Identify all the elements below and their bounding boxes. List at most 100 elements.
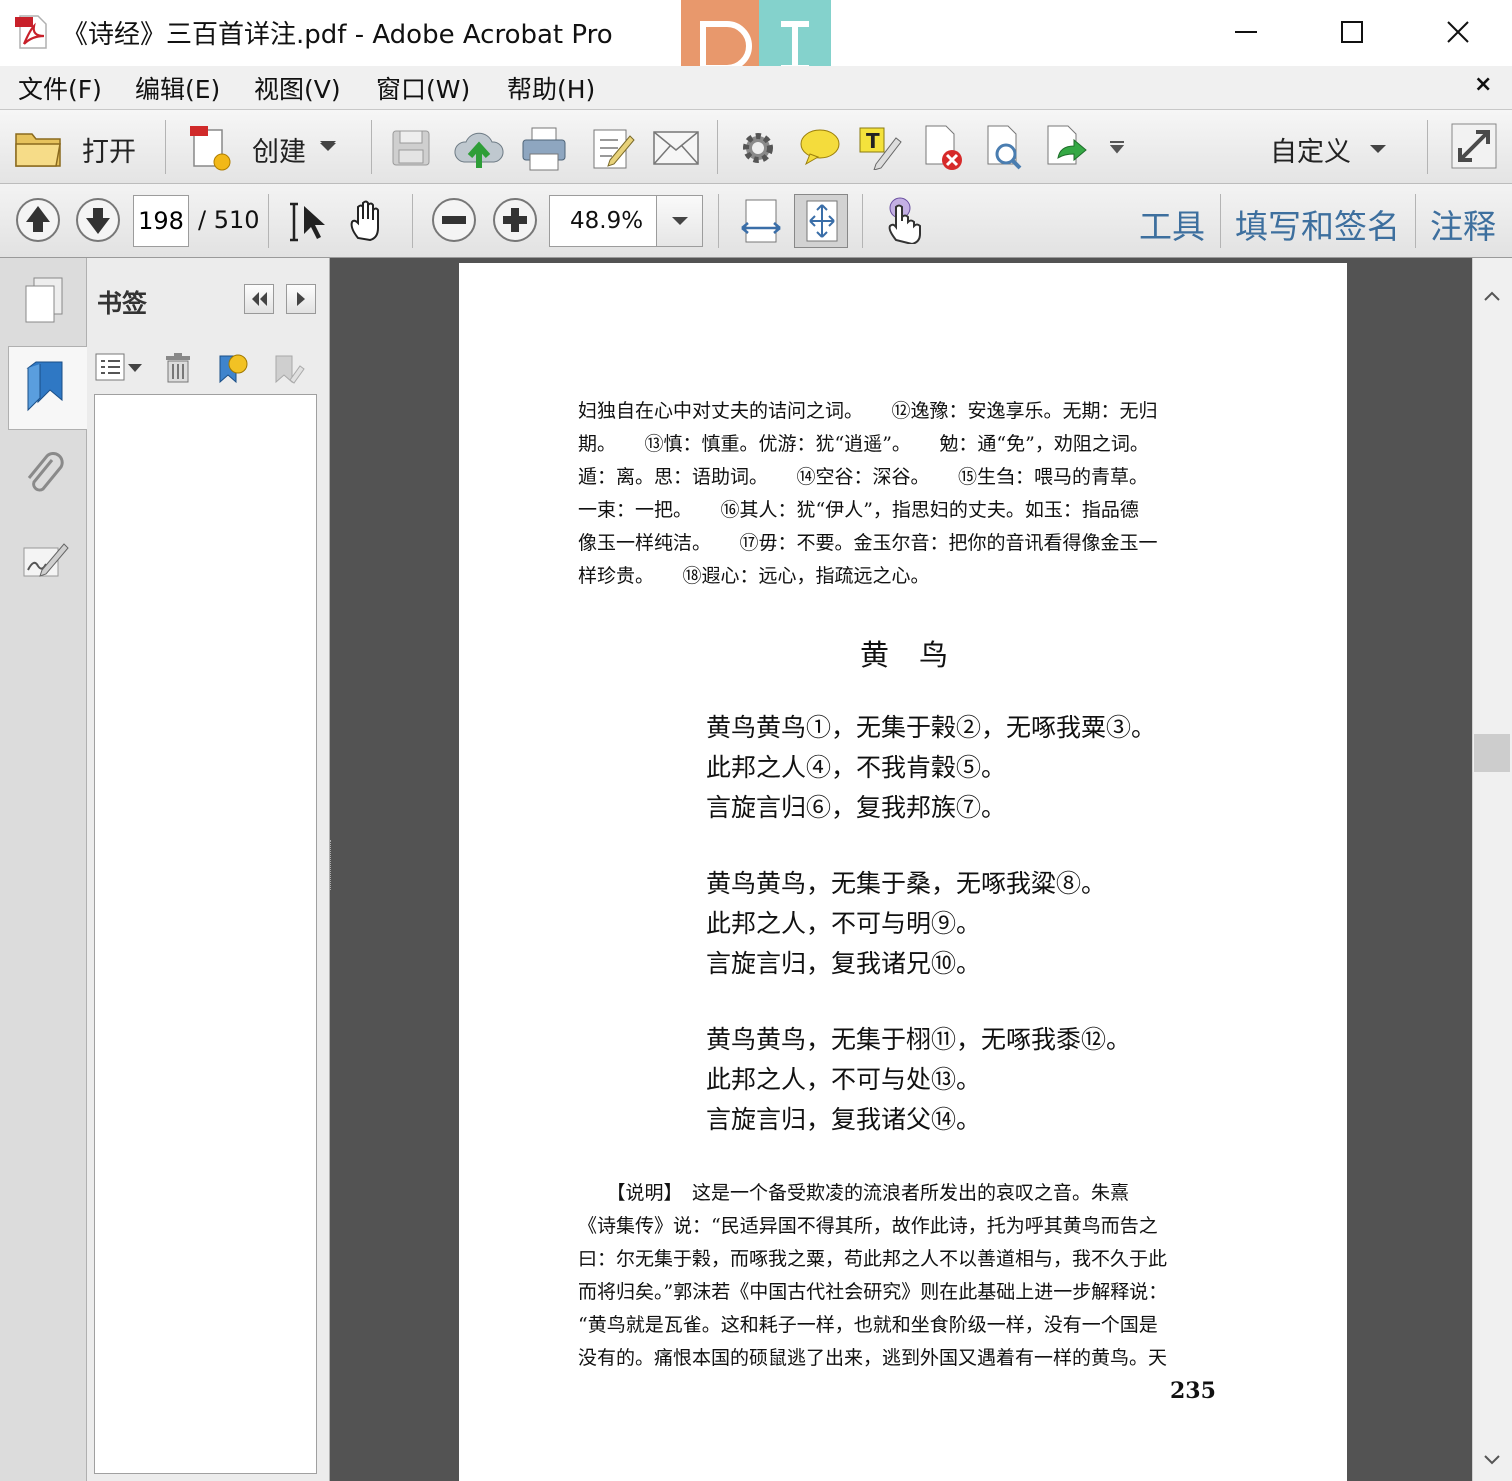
description-line: 曰：尔无集于榖，而啄我之粟，苟此邦之人不以善道相与，我不久于此: [578, 1248, 1168, 1270]
next-page-icon[interactable]: [74, 196, 122, 244]
poem-line: 此邦之人，不可与处⑬。: [706, 1065, 982, 1094]
hand-tool-icon[interactable]: [348, 198, 390, 244]
cloud-upload-icon[interactable]: [452, 126, 506, 170]
touch-mode-icon[interactable]: [884, 196, 924, 244]
page-total-label: / 510: [198, 206, 260, 234]
panel-splitter[interactable]: [330, 840, 334, 890]
zoom-out-icon[interactable]: [430, 196, 478, 244]
close-icon[interactable]: [1436, 10, 1480, 54]
window-title: 《诗经》三百首详注.pdf - Adobe Acrobat Pro: [62, 20, 613, 50]
create-dropdown-icon[interactable]: [318, 140, 338, 154]
pdf-file-icon[interactable]: [14, 14, 50, 50]
open-button[interactable]: 打开: [82, 130, 136, 169]
chevron-down-icon: [1370, 145, 1386, 153]
toolbar-separator: [1415, 194, 1416, 248]
zoom-dropdown-button[interactable]: [656, 196, 702, 246]
navigation-toolbar: / 510 48.9% 工具 填写和签名 注释: [0, 184, 1512, 258]
more-tools-icon[interactable]: [1108, 140, 1126, 156]
email-icon[interactable]: [652, 130, 700, 166]
save-icon[interactable]: [390, 128, 432, 168]
bookmarks-list[interactable]: [94, 394, 317, 1474]
toolbar-separator: [717, 120, 718, 174]
options-menu-icon[interactable]: [94, 352, 146, 384]
fit-page-icon: [806, 200, 838, 242]
attachment-icon[interactable]: [22, 450, 68, 498]
create-button[interactable]: 创建: [252, 130, 306, 169]
customize-button[interactable]: 自定义: [1270, 130, 1351, 169]
create-pdf-icon[interactable]: [188, 124, 234, 172]
delete-page-icon[interactable]: [922, 124, 964, 172]
description-line: 【说明】 这是一个备受欺凌的流浪者所发出的哀叹之音。朱熹: [578, 1182, 1130, 1204]
gear-icon[interactable]: [738, 128, 778, 168]
previous-page-icon[interactable]: [14, 196, 62, 244]
highlight-icon[interactable]: T: [858, 124, 904, 170]
print-icon[interactable]: [520, 126, 568, 172]
menu-file[interactable]: 文件(F): [14, 70, 106, 106]
comment-link[interactable]: 注释: [1430, 200, 1496, 248]
footnote-line: 遁：离。思：语助词。 ⑭空谷：深谷。 ⑮生刍：喂马的青草。: [578, 466, 1149, 488]
trash-icon[interactable]: [164, 352, 192, 384]
bookmark-icon: [26, 361, 63, 412]
footnote-line: 妇独自在心中对丈夫的诘问之词。 ⑫逸豫：安逸享乐。无期：无归: [578, 400, 1158, 422]
poem-line: 黄鸟黄鸟①，无集于榖②，无啄我粟③。: [706, 713, 1157, 742]
zoom-value: 48.9%: [570, 208, 644, 234]
export-icon[interactable]: [1044, 124, 1088, 172]
maximize-icon[interactable]: [1330, 10, 1374, 54]
poem-line: 此邦之人④，不我肯穀⑤。: [706, 753, 1007, 782]
toolbar-separator: [862, 194, 863, 248]
footnote-line: 期。 ⑬慎：慎重。优游：犹“逍遥”。 勉：通“免”，劝阻之词。: [578, 433, 1149, 455]
scroll-up-icon[interactable]: [1472, 276, 1512, 316]
search-page-icon[interactable]: [984, 124, 1026, 172]
zoom-select[interactable]: 48.9%: [549, 195, 703, 247]
menu-window[interactable]: 窗口(W): [372, 70, 474, 106]
toolbar-separator: [371, 120, 372, 174]
comment-icon[interactable]: [798, 126, 842, 168]
poem-line: 言旋言归，复我诸兄⑩。: [706, 949, 982, 978]
bookmarks-panel-title: 书签: [97, 289, 148, 318]
poem-line: 黄鸟黄鸟，无集于桑，无啄我粱⑧。: [706, 869, 1107, 898]
main-toolbar: 打开 创建 T 自定义: [0, 110, 1512, 184]
toolbar-separator: [1427, 120, 1428, 174]
collapse-panel-button[interactable]: [244, 284, 274, 314]
fit-page-button[interactable]: [794, 194, 848, 248]
signature-icon[interactable]: [22, 538, 70, 582]
bookmark-properties-icon[interactable]: [272, 350, 306, 386]
description-line: 没有的。痛恨本国的硕鼠逃了出来，逃到外国又遇着有一样的黄鸟。天: [578, 1347, 1168, 1369]
toolbar-separator: [1220, 194, 1221, 248]
menu-view[interactable]: 视图(V): [250, 70, 345, 106]
expand-icon[interactable]: [1450, 122, 1498, 170]
svg-text:T: T: [866, 129, 880, 153]
toolbar-separator: [165, 120, 166, 174]
description-line: “黄鸟就是瓦雀。这和耗子一样，也就和坐食阶级一样，没有一个国是: [578, 1314, 1158, 1336]
menu-help[interactable]: 帮助(H): [503, 70, 599, 106]
page-number-input[interactable]: [133, 195, 189, 247]
scroll-down-icon[interactable]: [1472, 1440, 1512, 1480]
select-cursor-icon[interactable]: [288, 200, 328, 244]
double-chevron-left-icon: [252, 292, 267, 306]
minimize-icon[interactable]: [1224, 10, 1268, 54]
poem-line: 黄鸟黄鸟，无集于栩⑪，无啄我黍⑫。: [706, 1025, 1132, 1054]
tools-link[interactable]: 工具: [1139, 200, 1205, 248]
new-bookmark-icon[interactable]: [216, 350, 250, 386]
toolbar-separator: [412, 194, 413, 248]
chevron-down-icon: [672, 217, 688, 225]
toolbar-separator: [718, 194, 719, 248]
scrollbar-thumb[interactable]: [1474, 734, 1510, 772]
vertical-scrollbar[interactable]: [1472, 258, 1512, 1481]
fit-width-icon[interactable]: [738, 196, 784, 246]
zoom-in-icon[interactable]: [491, 196, 539, 244]
fill-sign-link[interactable]: 填写和签名: [1235, 200, 1400, 248]
edit-icon[interactable]: [590, 124, 636, 172]
poem-line: 言旋言归，复我诸父⑭。: [706, 1105, 982, 1134]
chevron-right-icon: [297, 292, 305, 306]
expand-panel-button[interactable]: [286, 284, 316, 314]
close-document-button[interactable]: ×: [1474, 72, 1492, 97]
poem-line: 言旋言归⑥，复我邦族⑦。: [706, 793, 1007, 822]
page-thumbnails-icon[interactable]: [22, 276, 68, 326]
printed-page-number: 235: [1170, 1378, 1216, 1404]
poem-line: 此邦之人，不可与明⑨。: [706, 909, 982, 938]
folder-icon[interactable]: [14, 126, 64, 170]
menu-bar: 文件(F) 编辑(E) 视图(V) 窗口(W) 帮助(H) ×: [0, 66, 1512, 110]
footnote-line: 样珍贵。 ⑱遐心：远心，指疏远之心。: [578, 565, 930, 587]
menu-edit[interactable]: 编辑(E): [131, 70, 224, 106]
